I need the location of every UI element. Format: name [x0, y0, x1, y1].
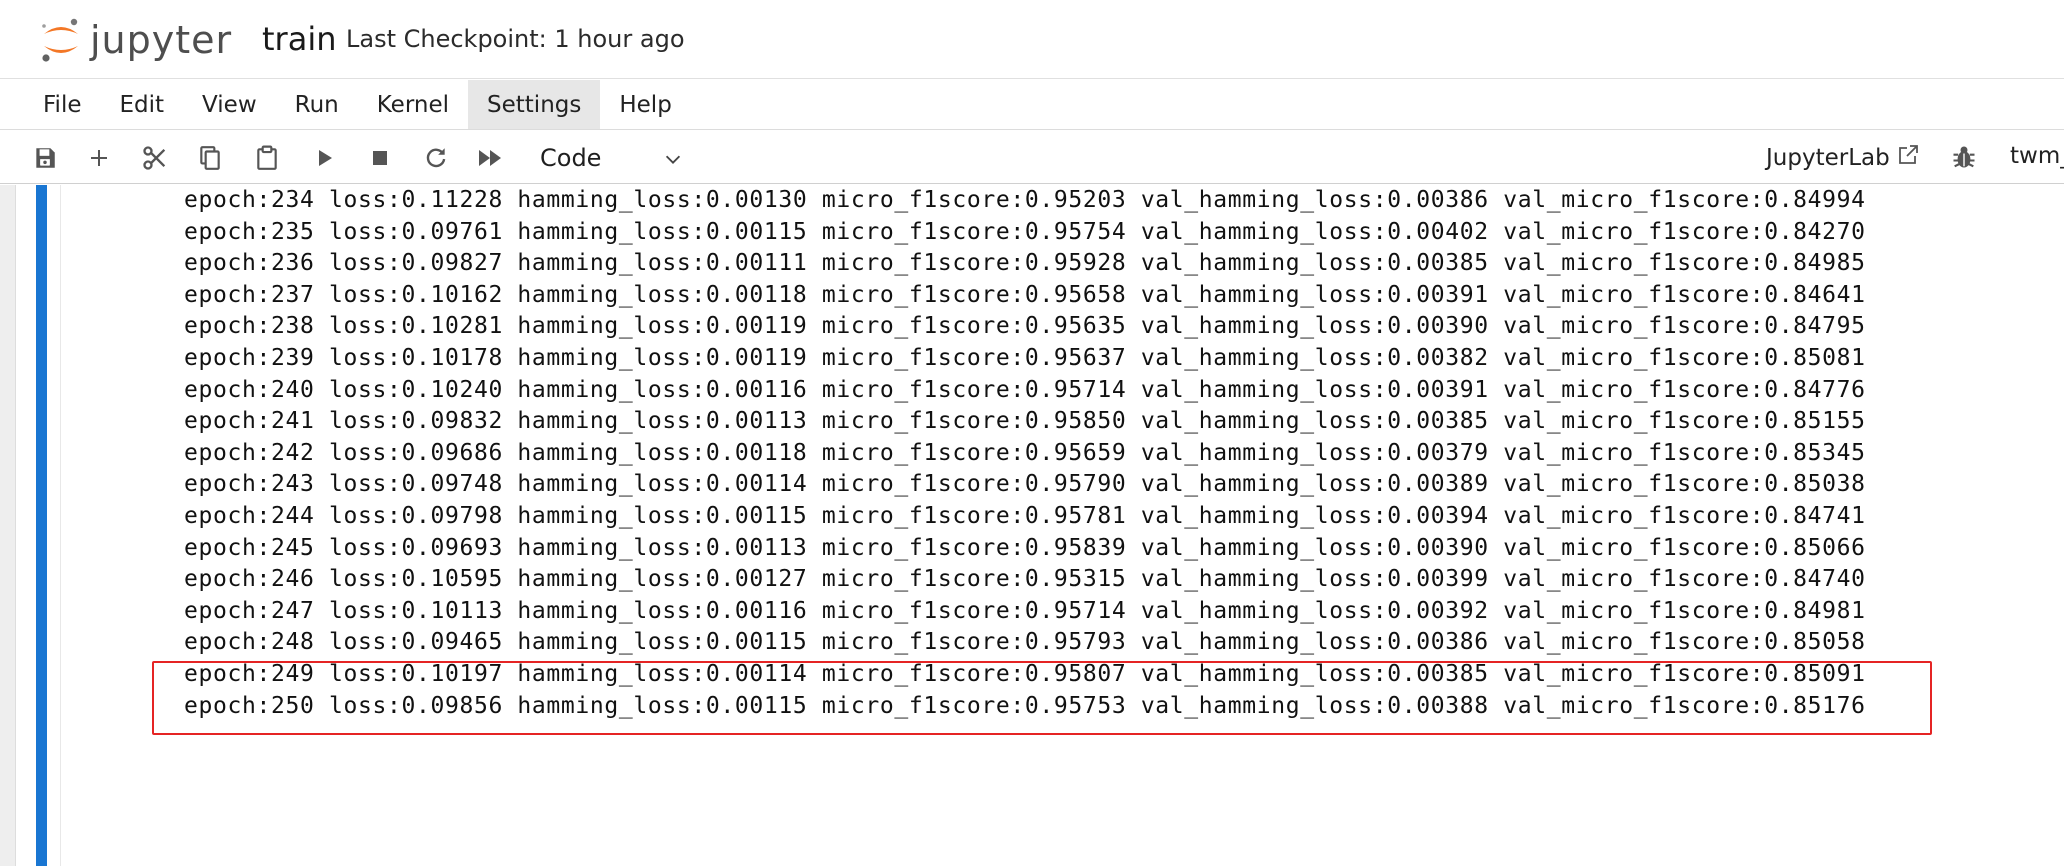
highlight-annotation-box: [152, 661, 1932, 735]
cell-type-value: Code: [540, 144, 602, 172]
output-line: epoch:248 loss:0.09465 hamming_loss:0.00…: [184, 629, 1866, 656]
cut-icon: [141, 144, 169, 172]
add-cell-icon: [87, 146, 111, 170]
output-line: epoch:247 loss:0.10113 hamming_loss:0.00…: [184, 597, 1866, 624]
output-line: epoch:245 loss:0.09693 hamming_loss:0.00…: [184, 534, 1866, 561]
cell-separator: [60, 185, 61, 866]
output-line: epoch:239 loss:0.10178 hamming_loss:0.00…: [184, 344, 1866, 371]
output-line: epoch:242 loss:0.09686 hamming_loss:0.00…: [184, 439, 1866, 466]
external-link-icon: [1890, 143, 1920, 173]
menu-run[interactable]: Run: [276, 80, 358, 129]
cell-output: epoch:234 loss:0.11228 hamming_loss:0.00…: [184, 185, 1866, 722]
left-gutter: [0, 185, 16, 866]
save-icon: [32, 145, 58, 171]
checkpoint-status: Last Checkpoint: 1 hour ago: [346, 25, 685, 53]
restart-run-all-button[interactable]: [474, 141, 508, 175]
bug-icon: [1950, 146, 1978, 175]
kernel-name[interactable]: twm_: [2010, 143, 2064, 169]
debugger-button[interactable]: [1950, 143, 1978, 176]
save-button[interactable]: [28, 141, 62, 175]
run-cell-button[interactable]: [308, 141, 342, 175]
output-line: epoch:241 loss:0.09832 hamming_loss:0.00…: [184, 408, 1866, 435]
stop-icon: [370, 148, 390, 168]
cell-type-dropdown[interactable]: Code: [530, 139, 690, 177]
menu-help[interactable]: Help: [600, 80, 690, 129]
output-line: epoch:235 loss:0.09761 hamming_loss:0.00…: [184, 218, 1866, 245]
jupyter-logo[interactable]: jupyter: [38, 12, 232, 68]
open-jupyterlab-link[interactable]: JupyterLab: [1766, 143, 1920, 173]
menu-file[interactable]: File: [24, 80, 101, 129]
notebook-toolbar: Code JupyterLab twm_: [0, 131, 2064, 184]
paste-button[interactable]: [250, 141, 284, 175]
output-line: epoch:243 loss:0.09748 hamming_loss:0.00…: [184, 471, 1866, 498]
fast-forward-icon: [477, 147, 505, 169]
output-line: epoch:234 loss:0.11228 hamming_loss:0.00…: [184, 187, 1866, 213]
jupyter-logo-text: jupyter: [90, 18, 233, 62]
menu-view[interactable]: View: [183, 80, 276, 129]
active-cell-indicator[interactable]: [36, 185, 47, 866]
output-line: epoch:238 loss:0.10281 hamming_loss:0.00…: [184, 313, 1866, 340]
output-line: epoch:236 loss:0.09827 hamming_loss:0.00…: [184, 250, 1866, 277]
menu-kernel[interactable]: Kernel: [358, 80, 468, 129]
menu-bar: File Edit View Run Kernel Settings Help: [0, 80, 2064, 130]
output-line: epoch:240 loss:0.10240 hamming_loss:0.00…: [184, 376, 1866, 403]
top-header: jupyter train Last Checkpoint: 1 hour ag…: [0, 0, 2064, 79]
output-line: epoch:246 loss:0.10595 hamming_loss:0.00…: [184, 566, 1866, 593]
copy-button[interactable]: [193, 141, 227, 175]
run-icon: [315, 147, 335, 169]
chevron-down-icon: [662, 148, 684, 176]
restart-icon: [423, 145, 449, 171]
jupyterlab-label: JupyterLab: [1766, 145, 1890, 171]
menu-settings[interactable]: Settings: [468, 80, 601, 129]
copy-icon: [197, 144, 223, 172]
paste-icon: [254, 144, 280, 172]
restart-kernel-button[interactable]: [419, 141, 453, 175]
cut-button[interactable]: [138, 141, 172, 175]
insert-cell-button[interactable]: [82, 141, 116, 175]
interrupt-kernel-button[interactable]: [363, 141, 397, 175]
output-line: epoch:244 loss:0.09798 hamming_loss:0.00…: [184, 502, 1866, 529]
notebook-panel: epoch:234 loss:0.11228 hamming_loss:0.00…: [0, 185, 2064, 866]
jupyter-logo-icon: [38, 14, 84, 66]
notebook-title[interactable]: train: [262, 20, 336, 58]
menu-edit[interactable]: Edit: [101, 80, 184, 129]
output-line: epoch:237 loss:0.10162 hamming_loss:0.00…: [184, 281, 1866, 308]
